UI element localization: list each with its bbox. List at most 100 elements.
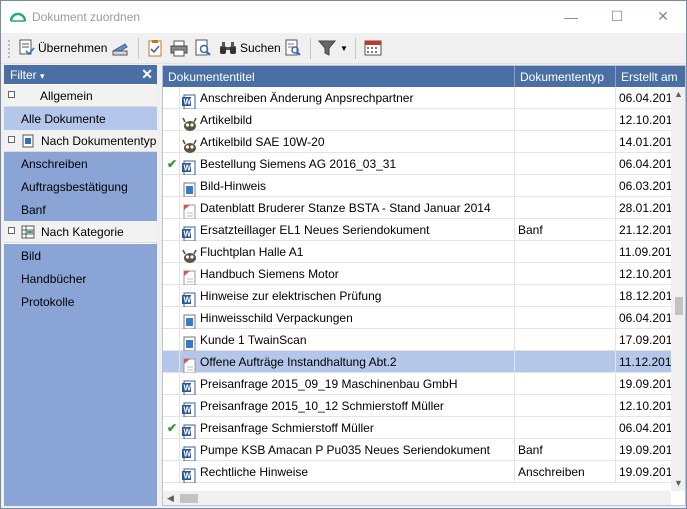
title-cell[interactable]: Hinweisschild Verpackungen: [180, 307, 515, 329]
table-row[interactable]: W Ersatzteillager EL1 Neues Seriendokumen…: [163, 219, 671, 241]
type-cell[interactable]: [515, 395, 616, 417]
title-cell[interactable]: W Anschreiben Änderung Anpsrechpartner: [180, 87, 515, 109]
type-cell[interactable]: [515, 417, 616, 439]
table-row[interactable]: W Anschreiben Änderung Anpsrechpartner 06.…: [163, 87, 671, 109]
table-row[interactable]: W Pumpe KSB Amacan P Pu035 Neues Seriendo…: [163, 439, 671, 461]
checklist-button[interactable]: [146, 36, 164, 60]
type-cell[interactable]: [515, 263, 616, 285]
type-cell[interactable]: [515, 285, 616, 307]
created-cell[interactable]: 12.10.201: [616, 263, 671, 285]
created-cell[interactable]: 12.10.201: [616, 109, 671, 131]
type-cell[interactable]: [515, 109, 616, 131]
table-row[interactable]: Kunde 1 TwainScan 17.09.201: [163, 329, 671, 351]
created-cell[interactable]: 17.09.201: [616, 329, 671, 351]
pin-icon[interactable]: [8, 227, 15, 234]
title-cell[interactable]: W Preisanfrage 2015_10_12 Schmierstoff Mü…: [180, 395, 515, 417]
type-cell[interactable]: [515, 329, 616, 351]
filter-group-allgemein[interactable]: Allgemein: [4, 85, 157, 107]
vertical-scrollbar[interactable]: ▲ ▼: [671, 87, 685, 491]
table-row[interactable]: W Hinweise zur elektrischen Prüfung 18.12.…: [163, 285, 671, 307]
scroll-left-icon[interactable]: ◀: [163, 491, 178, 505]
scan-button[interactable]: [111, 36, 129, 60]
filter-close-icon[interactable]: ✕: [141, 66, 153, 83]
title-cell[interactable]: Fluchtplan Halle A1: [180, 241, 515, 263]
type-cell[interactable]: Banf: [515, 219, 616, 241]
filter-item-protokolle[interactable]: Protokolle: [4, 290, 157, 313]
filter-item-alle-dokumente[interactable]: Alle Dokumente: [4, 107, 157, 130]
title-cell[interactable]: Datenblatt Bruderer Stanze BSTA - Stand …: [180, 197, 515, 219]
title-cell[interactable]: W Preisanfrage Schmierstoff Müller: [180, 417, 515, 439]
title-cell[interactable]: W Bestellung Siemens AG 2016_03_31: [180, 153, 515, 175]
type-cell[interactable]: [515, 153, 616, 175]
search-document-button[interactable]: [284, 36, 302, 60]
type-cell[interactable]: [515, 175, 616, 197]
scrollbar-thumb[interactable]: [675, 297, 683, 315]
filter-item-anschreiben[interactable]: Anschreiben: [4, 152, 157, 175]
created-cell[interactable]: 21.12.201: [616, 219, 671, 241]
table-row[interactable]: Datenblatt Bruderer Stanze BSTA - Stand …: [163, 197, 671, 219]
title-cell[interactable]: W Ersatzteillager EL1 Neues Seriendokumen…: [180, 219, 515, 241]
created-cell[interactable]: 06.04.201: [616, 87, 671, 109]
created-cell[interactable]: 19.09.201: [616, 439, 671, 461]
horizontal-scrollbar[interactable]: ◀: [163, 491, 671, 505]
type-cell[interactable]: [515, 373, 616, 395]
created-cell[interactable]: 11.12.201: [616, 351, 671, 373]
title-cell[interactable]: Handbuch Siemens Motor: [180, 263, 515, 285]
type-cell[interactable]: [515, 307, 616, 329]
filter-item-handbuecher[interactable]: Handbücher: [4, 267, 157, 290]
type-cell[interactable]: [515, 241, 616, 263]
table-row[interactable]: Artikelbild SAE 10W-20 14.01.201: [163, 131, 671, 153]
title-cell[interactable]: Offene Aufträge Instandhaltung Abt.2: [180, 351, 515, 373]
created-cell[interactable]: 06.03.201: [616, 175, 671, 197]
table-row[interactable]: Artikelbild 12.10.201: [163, 109, 671, 131]
created-cell[interactable]: 11.09.201: [616, 241, 671, 263]
print-preview-button[interactable]: [194, 36, 212, 60]
filter-item-auftragsbestaetigung[interactable]: Auftragsbestätigung: [4, 175, 157, 198]
table-row[interactable]: ✔ W Preisanfrage Schmierstoff Müller 06.04.…: [163, 417, 671, 439]
toolbar-grip[interactable]: [8, 39, 10, 59]
type-cell[interactable]: [515, 351, 616, 373]
title-cell[interactable]: W Rechtliche Hinweise: [180, 461, 515, 483]
table-row[interactable]: W Preisanfrage 2015_09_19 Maschinenbau Gm…: [163, 373, 671, 395]
table-row[interactable]: Offene Aufträge Instandhaltung Abt.2 11.1…: [163, 351, 671, 373]
calendar-button[interactable]: [364, 36, 382, 60]
created-cell[interactable]: 18.12.201: [616, 285, 671, 307]
filter-group-kategorie[interactable]: Nach Kategorie: [4, 221, 157, 243]
scroll-down-icon[interactable]: ▼: [671, 476, 685, 491]
created-cell[interactable]: 06.04.201: [616, 153, 671, 175]
type-cell[interactable]: [515, 197, 616, 219]
title-cell[interactable]: W Hinweise zur elektrischen Prüfung: [180, 285, 515, 307]
title-cell[interactable]: W Preisanfrage 2015_09_19 Maschinenbau Gm…: [180, 373, 515, 395]
title-cell[interactable]: Artikelbild: [180, 109, 515, 131]
scroll-up-icon[interactable]: ▲: [671, 87, 685, 102]
filter-item-bild[interactable]: Bild: [4, 244, 157, 267]
close-button[interactable]: ✕: [640, 1, 686, 32]
type-cell[interactable]: [515, 87, 616, 109]
pin-icon[interactable]: [8, 136, 15, 143]
title-cell[interactable]: Bild-Hinweis: [180, 175, 515, 197]
filter-item-banf[interactable]: Banf: [4, 198, 157, 221]
type-cell[interactable]: [515, 131, 616, 153]
table-row[interactable]: Fluchtplan Halle A1 11.09.201: [163, 241, 671, 263]
column-header-title[interactable]: Dokumententitel: [163, 66, 515, 87]
column-header-created[interactable]: Erstellt am: [616, 66, 685, 87]
title-cell[interactable]: Kunde 1 TwainScan: [180, 329, 515, 351]
created-cell[interactable]: 06.04.201: [616, 417, 671, 439]
table-row[interactable]: ✔ W Bestellung Siemens AG 2016_03_31 06.04.…: [163, 153, 671, 175]
pin-icon[interactable]: [8, 91, 15, 98]
filter-group-dokumententyp[interactable]: Nach Dokumententyp: [4, 130, 157, 152]
created-cell[interactable]: 12.10.201: [616, 395, 671, 417]
table-row[interactable]: Handbuch Siemens Motor 12.10.201: [163, 263, 671, 285]
table-row[interactable]: Hinweisschild Verpackungen 06.04.201: [163, 307, 671, 329]
filter-dropdown-button[interactable]: ▼: [318, 36, 348, 60]
type-cell[interactable]: Anschreiben: [515, 461, 616, 483]
minimize-button[interactable]: —: [548, 1, 594, 32]
created-cell[interactable]: 19.09.201: [616, 461, 671, 483]
maximize-button[interactable]: ☐: [594, 1, 640, 32]
type-cell[interactable]: Banf: [515, 439, 616, 461]
print-button[interactable]: [170, 36, 188, 60]
created-cell[interactable]: 28.01.201: [616, 197, 671, 219]
column-header-type[interactable]: Dokumententyp: [515, 66, 616, 87]
created-cell[interactable]: 19.09.201: [616, 373, 671, 395]
table-row[interactable]: W Rechtliche Hinweise Anschreiben 19.09.201: [163, 461, 671, 483]
